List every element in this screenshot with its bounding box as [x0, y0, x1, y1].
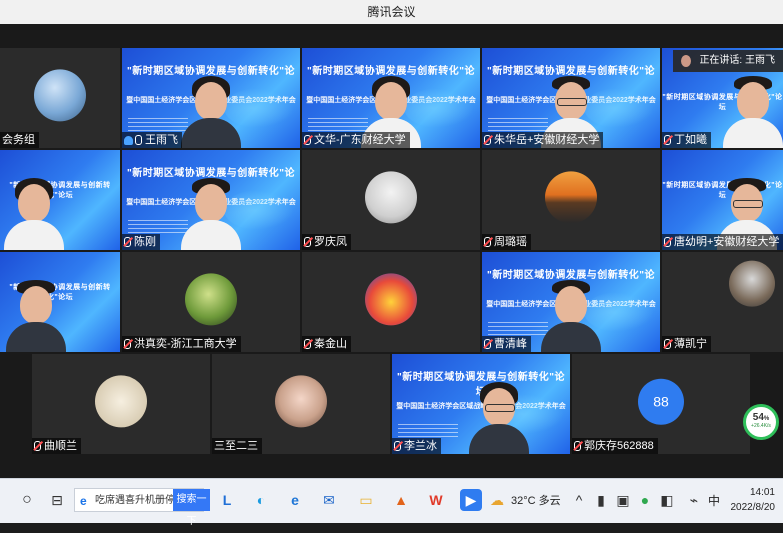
participant-video: [6, 280, 66, 352]
weather-text: 32°C 多云: [511, 495, 561, 507]
mic-muted-icon: [304, 135, 311, 145]
mic-muted-icon: [124, 237, 131, 247]
mic-muted-icon: [394, 441, 401, 451]
name-label: 洪真奕-浙江工商大学: [122, 336, 241, 352]
participant-tile[interactable]: "新时期区域协调发展与创新转化"论坛暨中国国土经济学会区域战略专业委员会2022…: [392, 354, 570, 454]
name-label: 朱华岳+安徽财经大学: [482, 132, 604, 148]
matlab-icon[interactable]: ▲: [390, 489, 412, 511]
name-label: 曲顺兰: [32, 438, 81, 454]
name-label: 罗庆凤: [302, 234, 351, 250]
participant-tile[interactable]: 周璐瑶: [482, 150, 660, 250]
participant-tile[interactable]: "新时期区域协调发展与创新转化"论坛暨中国国土经济学会区域战略专业委员会2022…: [302, 48, 480, 148]
participant-tile[interactable]: 薄凯宁: [662, 252, 783, 352]
mail-icon[interactable]: ✉: [318, 489, 340, 511]
name-label: 李兰冰: [392, 438, 441, 454]
participant-tile[interactable]: "新时期区域协调发展与创新转化"论坛: [0, 252, 120, 352]
name-label: 会务组: [0, 132, 39, 148]
avatar: [365, 273, 417, 326]
name-label: 秦金山: [302, 336, 351, 352]
participant-tile[interactable]: "新时期区域协调发展与创新转化"论坛 唐幼明+安徽财经大学: [662, 150, 783, 250]
task-view-icon[interactable]: ⊟: [46, 489, 68, 511]
participant-tile[interactable]: 秦金山: [302, 252, 480, 352]
app-icon-blue-l[interactable]: L: [216, 489, 238, 511]
participant-tile[interactable]: 会务组: [0, 48, 120, 148]
start-icon[interactable]: ○: [16, 489, 38, 511]
participant-video: [3, 178, 64, 250]
participant-video: [468, 382, 529, 454]
participant-video: [181, 76, 241, 148]
mic-muted-icon: [484, 339, 491, 349]
mic-muted-icon: [304, 237, 311, 247]
speaker-avatar-icon: [681, 55, 692, 67]
tray-app-icon[interactable]: ▣: [612, 489, 634, 511]
file-explorer-icon[interactable]: ▭: [355, 489, 377, 511]
network-icon[interactable]: ⌁: [683, 489, 705, 511]
participant-tile[interactable]: 三至二三: [212, 354, 390, 454]
mic-muted-icon: [574, 441, 581, 451]
mic-icon: [135, 135, 142, 145]
participant-tile[interactable]: "新时期区域协调发展与创新转化"论坛暨中国国土经济学会区域战略专业委员会2022…: [482, 48, 660, 148]
tray-app-icon-2[interactable]: ◧: [656, 489, 678, 511]
mic-muted-icon: [484, 237, 491, 247]
browser-e-icon: e: [80, 494, 87, 508]
wps-icon[interactable]: W: [425, 489, 447, 511]
name-label: 唐幼明+安徽财经大学: [662, 234, 783, 250]
participant-tile[interactable]: 洪真奕-浙江工商大学: [122, 252, 300, 352]
mic-muted-icon: [664, 339, 671, 349]
ime-indicator[interactable]: 中: [708, 479, 720, 523]
participant-video: [541, 280, 601, 352]
participant-video: [181, 178, 241, 250]
avatar: [185, 273, 237, 326]
chevron-up-icon[interactable]: ^: [568, 489, 590, 511]
avatar: [545, 171, 597, 224]
name-label: 丁如曦: [662, 132, 711, 148]
name-label: 三至二三: [212, 438, 262, 454]
participant-tile[interactable]: 88 郭庆存562888: [572, 354, 750, 454]
name-label: 周璐瑶: [482, 234, 531, 250]
search-button[interactable]: 搜索一下: [173, 489, 210, 527]
avatar: [95, 375, 147, 428]
participant-tile[interactable]: "新时期区域协调发展与创新转化"论坛暨中国国土经济学会区域战略专业委员会2022…: [122, 48, 300, 148]
avatar-initials: 88: [638, 378, 684, 425]
network-status-badge[interactable]: 54% +26.4K/s: [743, 404, 779, 440]
name-label: 文华-广东财经大学: [302, 132, 410, 148]
clock-time: 14:01: [749, 487, 775, 498]
mic-muted-icon: [664, 237, 671, 247]
name-label: 王雨飞: [122, 132, 182, 148]
name-label: 曹清峰: [482, 336, 531, 352]
mic-muted-icon: [664, 135, 671, 145]
weather-icon: ☁: [490, 492, 504, 508]
name-label: 郭庆存562888: [572, 438, 658, 454]
avatar: [365, 171, 417, 224]
participant-tile[interactable]: "新时期区域协调发展与创新转化"论坛暨中国国土经济学会区域战略专业委员会2022…: [122, 150, 300, 250]
participant-tile[interactable]: 曲顺兰: [32, 354, 210, 454]
avatar: [729, 260, 775, 307]
window-titlebar: 腾讯会议: [0, 0, 783, 25]
usb-icon[interactable]: ▮: [590, 489, 612, 511]
taskbar-search-input[interactable]: e 吃席遇喜升机册停 搜索一下: [74, 488, 210, 527]
tray-green-icon[interactable]: ●: [634, 489, 656, 511]
mic-muted-icon: [484, 135, 491, 145]
clock-date: 2022/8/20: [730, 502, 776, 513]
ie-icon[interactable]: e: [284, 489, 306, 511]
mic-muted-icon: [34, 441, 41, 451]
tencent-meeting-icon[interactable]: ▶: [460, 489, 482, 511]
host-icon: [124, 135, 133, 145]
mic-muted-icon: [304, 339, 311, 349]
video-grid: 会务组 "新时期区域协调发展与创新转化"论坛暨中国国土经济学会区域战略专业委员会…: [0, 24, 783, 478]
name-label: 薄凯宁: [662, 336, 711, 352]
edge-icon[interactable]: ◐: [250, 489, 272, 511]
clock[interactable]: 14:01 2022/8/20: [731, 485, 776, 515]
participant-tile[interactable]: "新时期区域协调发展与创新转化"论坛: [0, 150, 120, 250]
avatar: [275, 375, 327, 428]
taskbar: ○ ⊟ e 吃席遇喜升机册停 搜索一下 L ◐ e ✉ ▭ ▲ W ▶ ☁ 32…: [0, 478, 783, 527]
mic-muted-icon: [124, 339, 131, 349]
participant-tile[interactable]: "新时期区域协调发展与创新转化"论坛暨中国国土经济学会区域战略专业委员会2022…: [482, 252, 660, 352]
avatar: [34, 69, 86, 122]
participant-tile[interactable]: 罗庆凤: [302, 150, 480, 250]
name-label: 陈刚: [122, 234, 160, 250]
window-title: 腾讯会议: [367, 5, 416, 19]
speaking-indicator: 正在讲话: 王雨飞: [673, 50, 783, 72]
participant-video: [722, 76, 783, 148]
